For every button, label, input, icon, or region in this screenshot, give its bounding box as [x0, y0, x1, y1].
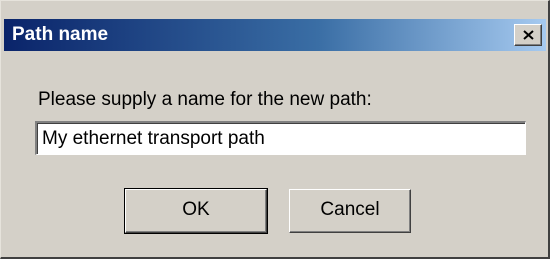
path-name-dialog: Path name Please supply a name for the n… — [0, 0, 550, 259]
prompt-label: Please supply a name for the new path: — [38, 89, 372, 110]
dialog-title: Path name — [12, 24, 109, 45]
close-icon — [523, 30, 534, 40]
cancel-button[interactable]: Cancel — [289, 189, 411, 233]
close-button[interactable] — [514, 24, 542, 46]
path-name-input[interactable] — [35, 121, 526, 155]
title-bar: Path name — [4, 19, 546, 51]
ok-button[interactable]: OK — [124, 188, 268, 234]
